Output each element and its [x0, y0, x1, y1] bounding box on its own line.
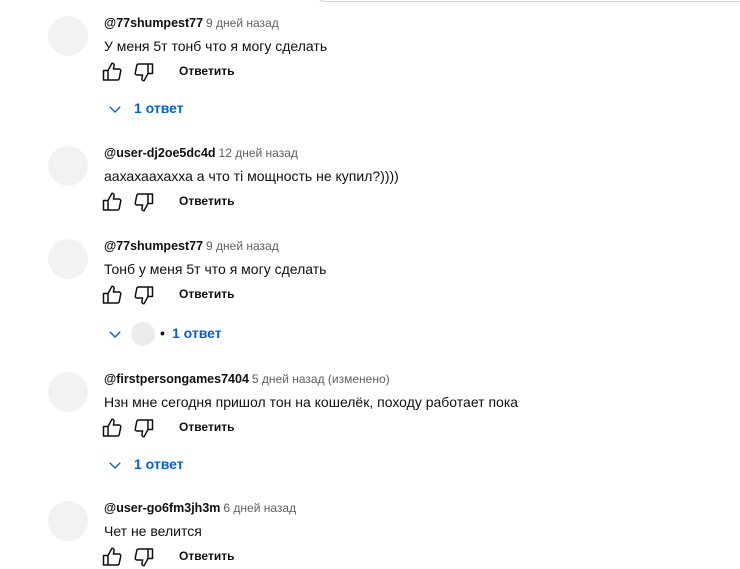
comment-header: @firstpersongames7404 5 дней назад (измен… [104, 372, 390, 386]
reply-button[interactable]: Ответить [179, 287, 234, 301]
comment-time[interactable]: 9 дней назад [206, 16, 279, 30]
thumbs-down-icon[interactable] [132, 190, 156, 214]
avatar[interactable] [48, 146, 88, 186]
thumbs-up-icon[interactable] [100, 545, 124, 569]
avatar[interactable] [48, 372, 88, 412]
reply-button[interactable]: Ответить [179, 64, 234, 78]
comment-header: @77shumpest77 9 дней назад [104, 16, 279, 30]
thumbs-up-icon[interactable] [100, 416, 124, 440]
chevron-down-icon [106, 456, 124, 474]
reply-button[interactable]: Ответить [179, 420, 234, 434]
comment-time[interactable]: 5 дней назад (изменено) [252, 372, 390, 386]
thumbs-down-icon[interactable] [132, 283, 156, 307]
chevron-down-icon [106, 100, 124, 118]
comment-header: @user-dj2oe5dc4d 12 дней назад [104, 146, 298, 160]
chevron-down-icon [106, 325, 124, 343]
comment-author[interactable]: @user-go6fm3jh3m [104, 501, 220, 515]
avatar[interactable] [48, 239, 88, 279]
comment-author[interactable]: @77shumpest77 [104, 16, 203, 30]
reply-button[interactable]: Ответить [179, 549, 234, 563]
reply-button[interactable]: Ответить [179, 194, 234, 208]
comment-text: Тонб у меня 5т что я могу сделать [104, 261, 327, 277]
comment-text: Чет не велится [104, 523, 202, 539]
comment-author[interactable]: @firstpersongames7404 [104, 372, 249, 386]
thumbs-up-icon[interactable] [100, 60, 124, 84]
comment-header: @77shumpest77 9 дней назад [104, 239, 279, 253]
comment-time[interactable]: 9 дней назад [206, 239, 279, 253]
search-bar-edge [312, 0, 740, 2]
comment-time[interactable]: 12 дней назад [219, 146, 298, 160]
comment-time[interactable]: 6 дней назад [223, 501, 296, 515]
thumbs-down-icon[interactable] [132, 60, 156, 84]
comment-author[interactable]: @77shumpest77 [104, 239, 203, 253]
comment-header: @user-go6fm3jh3m 6 дней назад [104, 501, 296, 515]
thumbs-up-icon[interactable] [100, 283, 124, 307]
separator-dot: • [160, 325, 165, 341]
comment-text: аахахаахахха а что ті мощность не купил?… [104, 168, 399, 184]
replies-count: 1 ответ [172, 325, 222, 341]
comment-text: У меня 5т тонб что я могу сделать [104, 38, 328, 54]
thumbs-up-icon[interactable] [100, 190, 124, 214]
thumbs-down-icon[interactable] [132, 545, 156, 569]
comment-author[interactable]: @user-dj2oe5dc4d [104, 146, 216, 160]
avatar[interactable] [48, 16, 88, 56]
replies-count: 1 ответ [134, 100, 184, 116]
avatar [131, 322, 155, 346]
avatar[interactable] [48, 501, 88, 541]
comment-text: Нзн мне сегодня пришол тон на кошелёк, п… [104, 394, 519, 410]
replies-count: 1 ответ [134, 456, 184, 472]
thumbs-down-icon[interactable] [132, 416, 156, 440]
